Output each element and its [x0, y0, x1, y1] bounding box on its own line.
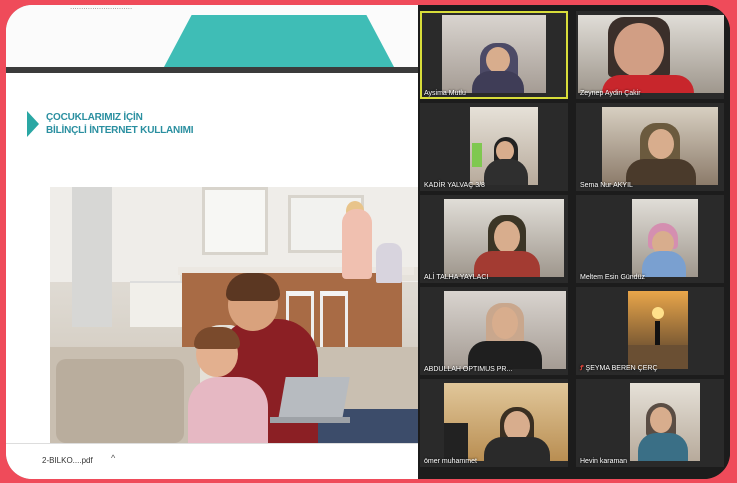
participant-tile[interactable]: ömer muhammet [420, 379, 568, 467]
participant-gallery: Aysima Mutlu Zeynep Aydin Çakir KADİR YA… [418, 5, 730, 479]
participant-tile[interactable]: Aysima Mutlu [420, 11, 568, 99]
slide-title-line1: ÇOCUKLARIMIZ İÇİN [46, 112, 143, 123]
slide-header-shape [164, 15, 394, 67]
participant-name: ALİ TALHA YAYLACI [424, 274, 489, 281]
screenshot-frame: ............................ ÇOCUKLARIMI… [6, 5, 730, 479]
participant-tile[interactable]: Hevin karaman [576, 379, 724, 467]
slide-header-band: ............................ [6, 5, 418, 73]
slide-bullet-icon [27, 111, 39, 137]
participant-tile[interactable]: Ꝭ ŞEYMA BEREN ÇERÇ [576, 287, 724, 375]
chevron-up-icon[interactable]: ^ [111, 453, 115, 463]
download-bar: 2-BILKO....pdf ^ [6, 443, 418, 479]
participant-name: Zeynep Aydin Çakir [580, 90, 641, 97]
participant-tile[interactable]: Zeynep Aydin Çakir [576, 11, 724, 99]
participant-tile[interactable]: KADİR YALVAÇ 3/8 [420, 103, 568, 191]
participant-name: ABDULLAH OPTIMUS PR... [424, 366, 513, 373]
shared-screen: ............................ ÇOCUKLARIMI… [6, 5, 418, 479]
slide-title: ÇOCUKLARIMIZ İÇİN BİLİNÇLİ İNTERNET KULL… [46, 111, 194, 137]
participant-name: Meltem Esin Gündüz [580, 274, 645, 281]
slide-content: ÇOCUKLARIMIZ İÇİN BİLİNÇLİ İNTERNET KULL… [6, 73, 418, 443]
participant-tile[interactable]: ALİ TALHA YAYLACI [420, 195, 568, 283]
download-file-item[interactable]: 2-BILKO....pdf [42, 456, 93, 465]
slide-photo-family-laptop [50, 187, 418, 443]
participant-name: KADİR YALVAÇ 3/8 [424, 182, 485, 189]
participant-name: ömer muhammet [424, 458, 477, 465]
participant-name: Sema Nur AKYIL [580, 182, 633, 189]
participant-tile[interactable]: Meltem Esin Gündüz [576, 195, 724, 283]
participant-name: Hevin karaman [580, 458, 628, 465]
participant-tile[interactable]: Sema Nur AKYIL [576, 103, 724, 191]
participant-tile[interactable]: ABDULLAH OPTIMUS PR... [420, 287, 568, 375]
browser-url-fragment: ............................ [70, 5, 133, 11]
participant-name: Aysima Mutlu [424, 90, 466, 97]
slide-title-line2: BİLİNÇLİ İNTERNET KULLANIMI [46, 125, 194, 136]
mic-muted-icon: Ꝭ [580, 365, 584, 372]
participant-name: Ꝭ ŞEYMA BEREN ÇERÇ [580, 365, 658, 372]
